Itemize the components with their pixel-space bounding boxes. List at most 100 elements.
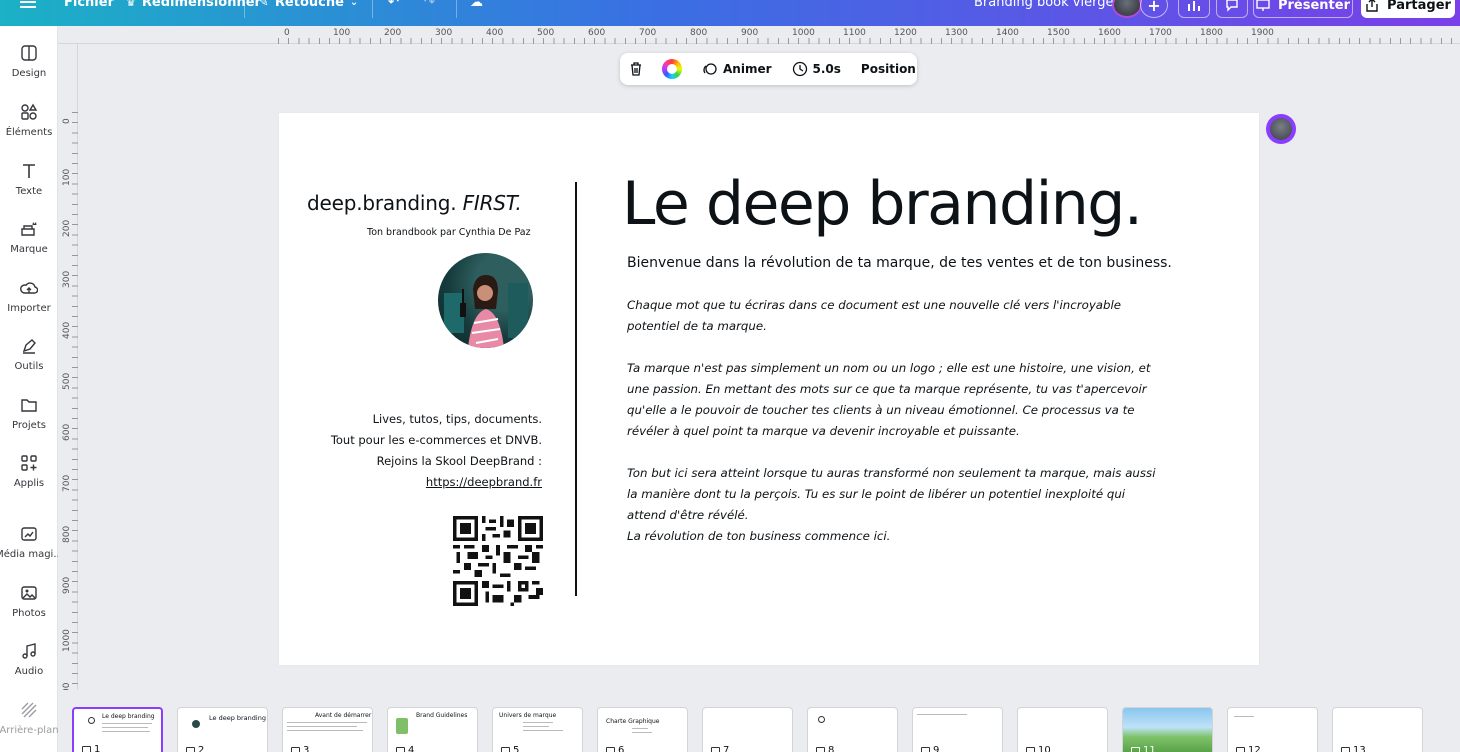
sidebar-item-apps[interactable]: Applis xyxy=(0,452,58,489)
thumbnail-text-line xyxy=(632,732,652,733)
pen-tool-icon xyxy=(18,335,40,357)
sidebar-item-label: Audio xyxy=(14,666,44,677)
divider xyxy=(372,0,373,18)
resize-button[interactable]: ♛ Redimensionner xyxy=(126,0,261,10)
thumbnail-text-line xyxy=(287,730,363,731)
sidebar-item-label: Marque xyxy=(10,244,48,255)
portrait-photo[interactable] xyxy=(438,253,533,348)
speech-bubble-icon xyxy=(818,716,825,723)
edit-mode-dropdown[interactable]: ✎ Retouche ⌄ xyxy=(258,0,358,10)
sidebar-item-background[interactable]: Arrière-plan xyxy=(0,699,59,736)
add-collaborator-button[interactable]: + xyxy=(1140,0,1168,18)
timing-button[interactable]: 5.0s xyxy=(782,59,851,79)
page-number: 5 xyxy=(501,745,519,752)
cloud-saved-icon[interactable]: ☁ xyxy=(470,0,483,10)
page-number-text: 1 xyxy=(94,744,101,752)
ruler-label: 500 xyxy=(537,28,555,38)
share-icon xyxy=(1366,0,1378,12)
comment-icon[interactable] xyxy=(1216,0,1248,18)
page-number-text: 13 xyxy=(1353,745,1366,752)
page-thumbnail[interactable]: Brand Guidelines 4 xyxy=(387,707,478,752)
paragraph[interactable]: Ta marque n'est pas simplement un nom ou… xyxy=(627,358,1167,442)
sidebar-item-brand[interactable]: Marque xyxy=(0,218,58,255)
page-icon xyxy=(1131,746,1140,752)
page-thumbnail[interactable]: Univers de marque 5 xyxy=(492,707,583,752)
info-line: Lives, tutos, tips, documents. xyxy=(372,412,542,426)
present-icon xyxy=(1256,0,1270,11)
ruler-label: 1300 xyxy=(945,28,968,38)
page-icon xyxy=(711,746,720,752)
page-thumbnail[interactable]: 11 xyxy=(1122,707,1213,752)
paragraph[interactable]: Ton but ici sera atteint lorsque tu aura… xyxy=(627,463,1167,526)
page-title[interactable]: Le deep branding. xyxy=(622,169,1143,239)
brand-title[interactable]: deep.branding. FIRST. xyxy=(307,191,522,215)
page-number-text: 2 xyxy=(198,745,205,752)
vertical-divider-line[interactable] xyxy=(575,182,577,596)
page-thumbnail[interactable]: Avant de démarrer 3 xyxy=(282,707,373,752)
ruler-label: 1100 xyxy=(843,28,866,38)
collaborator-avatar[interactable] xyxy=(1266,114,1296,144)
paragraph[interactable]: Chaque mot que tu écriras dans ce docume… xyxy=(627,295,1167,337)
redo-icon[interactable]: ↷ xyxy=(424,0,435,10)
upload-cloud-icon xyxy=(18,277,40,299)
trash-icon[interactable] xyxy=(620,59,652,79)
background-icon xyxy=(18,699,40,721)
leaf-image xyxy=(396,718,408,734)
menu-icon[interactable] xyxy=(20,0,36,9)
page-number-text: 10 xyxy=(1038,745,1051,752)
ruler-label: 1000 xyxy=(62,629,72,652)
sidebar-item-projects[interactable]: Projets xyxy=(0,394,58,431)
present-button[interactable]: Présenter xyxy=(1253,0,1353,18)
page-thumbnail[interactable]: Charte Graphique 6 xyxy=(597,707,688,752)
ruler-label: 900 xyxy=(741,28,759,38)
page-thumbnail[interactable]: Le deep branding 1 xyxy=(72,707,163,752)
intro-text[interactable]: Bienvenue dans la révolution de ta marqu… xyxy=(627,255,1172,271)
ruler-label: 1200 xyxy=(894,28,917,38)
share-button[interactable]: Partager xyxy=(1361,0,1455,18)
sidebar-item-text[interactable]: Texte xyxy=(0,160,58,197)
user-avatar[interactable] xyxy=(1112,0,1142,18)
sidebar-item-photos[interactable]: Photos xyxy=(0,582,58,619)
color-picker-button[interactable] xyxy=(652,59,692,79)
brand-subtitle[interactable]: Ton brandbook par Cynthia De Paz xyxy=(367,227,531,238)
thumbnail-text-line xyxy=(102,723,152,724)
page-thumbnail[interactable]: 8 xyxy=(807,707,898,752)
document-title[interactable]: Branding book vierge xyxy=(974,0,1113,10)
undo-icon[interactable]: ↶ xyxy=(388,0,399,10)
position-button[interactable]: Position xyxy=(851,59,926,79)
ruler-label: 400 xyxy=(486,28,504,38)
qr-code[interactable] xyxy=(453,516,543,606)
file-menu[interactable]: Fichier xyxy=(64,0,114,10)
ruler-label: 700 xyxy=(639,28,657,38)
sidebar-item-magic-media[interactable]: Média magi... xyxy=(0,523,63,560)
ruler-label: 200 xyxy=(384,28,402,38)
thumbnail-text-line xyxy=(632,728,648,729)
page-number: 3 xyxy=(291,745,309,752)
sidebar-item-audio[interactable]: Audio xyxy=(0,640,58,677)
ruler-label: 1900 xyxy=(1251,28,1274,38)
contact-info[interactable]: Lives, tutos, tips, documents. Tout pour… xyxy=(331,409,542,493)
page-thumbnail[interactable]: 13 xyxy=(1332,707,1423,752)
ruler-label: 1800 xyxy=(1200,28,1223,38)
ruler-label: 100 xyxy=(333,28,351,38)
text-icon xyxy=(18,160,40,182)
design-page[interactable]: deep.branding. FIRST. Ton brandbook par … xyxy=(279,113,1259,665)
thumbnail-text-line xyxy=(523,730,563,731)
page-thumbnail[interactable]: 7 xyxy=(702,707,793,752)
website-link[interactable]: https://deepbrand.fr xyxy=(331,472,542,493)
sidebar-item-design[interactable]: Design xyxy=(0,42,58,79)
ruler-label: 200 xyxy=(62,219,72,237)
sidebar-item-elements[interactable]: Éléments xyxy=(0,101,58,138)
pencil-icon: ✎ xyxy=(258,0,269,10)
page-thumbnail[interactable]: 9 xyxy=(912,707,1003,752)
animate-button[interactable]: Animer xyxy=(692,59,782,79)
thumbnail-text-line xyxy=(102,731,150,732)
brand-icon xyxy=(18,218,40,240)
analytics-icon[interactable] xyxy=(1178,0,1210,18)
page-thumbnail[interactable]: 10 xyxy=(1017,707,1108,752)
sidebar-item-tools[interactable]: Outils xyxy=(0,335,58,372)
page-thumbnail[interactable]: Le deep branding 2 xyxy=(177,707,268,752)
sidebar-item-upload[interactable]: Importer xyxy=(0,277,58,314)
page-thumbnail[interactable]: 12 xyxy=(1227,707,1318,752)
paragraph[interactable]: La révolution de ton business commence i… xyxy=(627,526,1167,547)
